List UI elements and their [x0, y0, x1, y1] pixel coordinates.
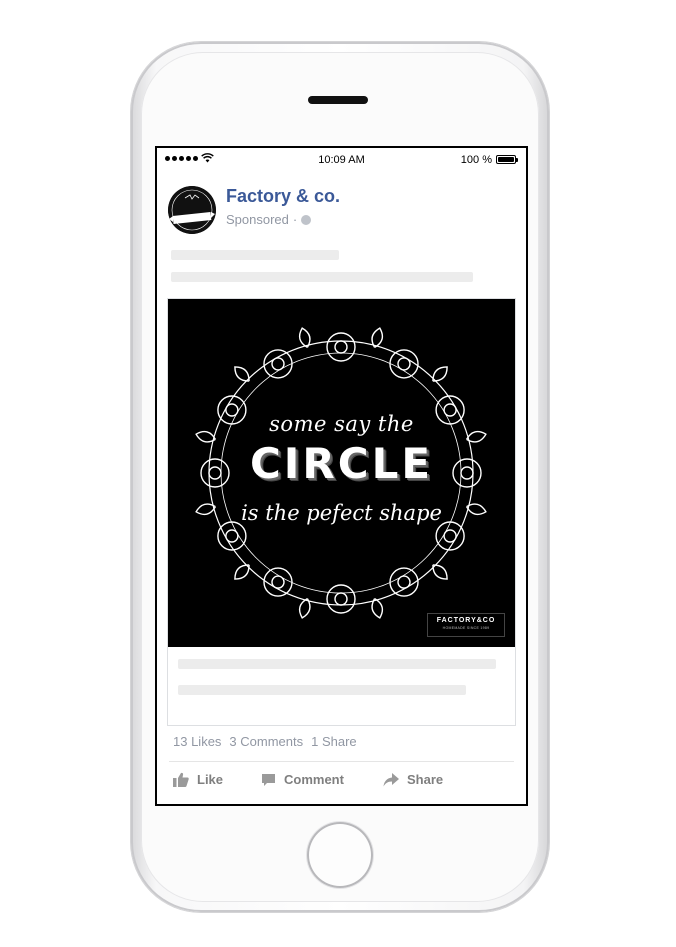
ornament-scroll: [326, 584, 356, 614]
post-text-placeholder: [171, 250, 339, 260]
ad-caption-placeholder: [178, 685, 466, 695]
ornament-scroll-inner: [225, 529, 239, 543]
ornament-leaf: [298, 327, 311, 349]
share-button[interactable]: Share: [383, 772, 443, 787]
ad-image[interactable]: some say the CIRCLE is the pefect shape …: [168, 299, 515, 647]
ornament-scroll-inner: [271, 357, 285, 371]
share-label: Share: [407, 772, 444, 787]
home-button[interactable]: [307, 822, 373, 888]
ornament-leaf: [371, 327, 384, 349]
ad-headline-bottom: is the pefect shape: [241, 501, 442, 525]
ornament-scroll-inner: [443, 529, 457, 543]
ad-headline-top: some say the: [269, 412, 414, 436]
stats-divider: [169, 761, 514, 762]
phone-screen: 10:09 AM 100 % Factory & co. Sponsored ·: [155, 146, 528, 806]
comment-button[interactable]: Comment: [261, 772, 344, 787]
globe-icon: [301, 214, 312, 225]
ornament-leaf: [234, 564, 250, 580]
ornament-scroll-inner: [397, 575, 411, 589]
ad-card[interactable]: some say the CIRCLE is the pefect shape …: [167, 298, 516, 726]
status-bar: 10:09 AM 100 %: [157, 148, 526, 172]
share-arrow-icon: [383, 772, 399, 786]
ad-headline-main: CIRCLE: [249, 439, 434, 488]
ornament-scroll-inner: [397, 357, 411, 371]
speaker-grille: [308, 96, 368, 104]
ornament-scroll: [435, 521, 465, 551]
like-label: Like: [197, 772, 224, 787]
likes-count[interactable]: 13 Likes: [173, 734, 221, 749]
sponsored-label: Sponsored: [226, 212, 289, 227]
sponsored-meta: Sponsored ·: [226, 212, 312, 227]
ornament-leaf: [371, 597, 384, 619]
ornament-scroll: [263, 349, 293, 379]
post-text-placeholder: [171, 272, 473, 282]
ornament-scroll: [217, 521, 247, 551]
meta-separator: ·: [292, 212, 298, 227]
ornament-scroll: [389, 567, 419, 597]
shares-count[interactable]: 1 Share: [311, 734, 357, 749]
engagement-stats: 13 Likes 3 Comments 1 Share: [173, 734, 357, 749]
ornament-leaf: [234, 366, 250, 382]
ad-watermark-logo: FACTORY&CO HOMEMADE SINCE 1989: [427, 613, 505, 637]
ad-caption-placeholder: [178, 659, 496, 669]
ornament-scroll-inner: [334, 592, 348, 606]
ornament-leaf: [432, 366, 448, 382]
thumbs-up-icon: [173, 772, 189, 787]
page-name-link[interactable]: Factory & co.: [226, 186, 340, 207]
like-button[interactable]: Like: [173, 772, 223, 787]
factory-logo-icon: [168, 186, 216, 234]
ornament-scroll-inner: [271, 575, 285, 589]
comment-label: Comment: [284, 772, 344, 787]
battery-percent: 100 %: [460, 154, 492, 166]
ornament-scroll: [326, 332, 356, 362]
watermark-tagline: HOMEMADE SINCE 1989: [442, 626, 490, 630]
watermark-brand: FACTORY&CO: [436, 617, 496, 624]
page-avatar[interactable]: [168, 186, 216, 234]
ornament-scroll: [389, 349, 419, 379]
comment-bubble-icon: [262, 773, 275, 786]
ornament-leaf: [298, 597, 311, 619]
ornament-scroll-inner: [334, 340, 348, 354]
ornament-scroll: [263, 567, 293, 597]
post-actions: Like Comment Share: [157, 768, 526, 796]
comments-count[interactable]: 3 Comments: [229, 734, 303, 749]
ornament-leaf: [432, 564, 448, 580]
battery-icon: [496, 155, 518, 164]
